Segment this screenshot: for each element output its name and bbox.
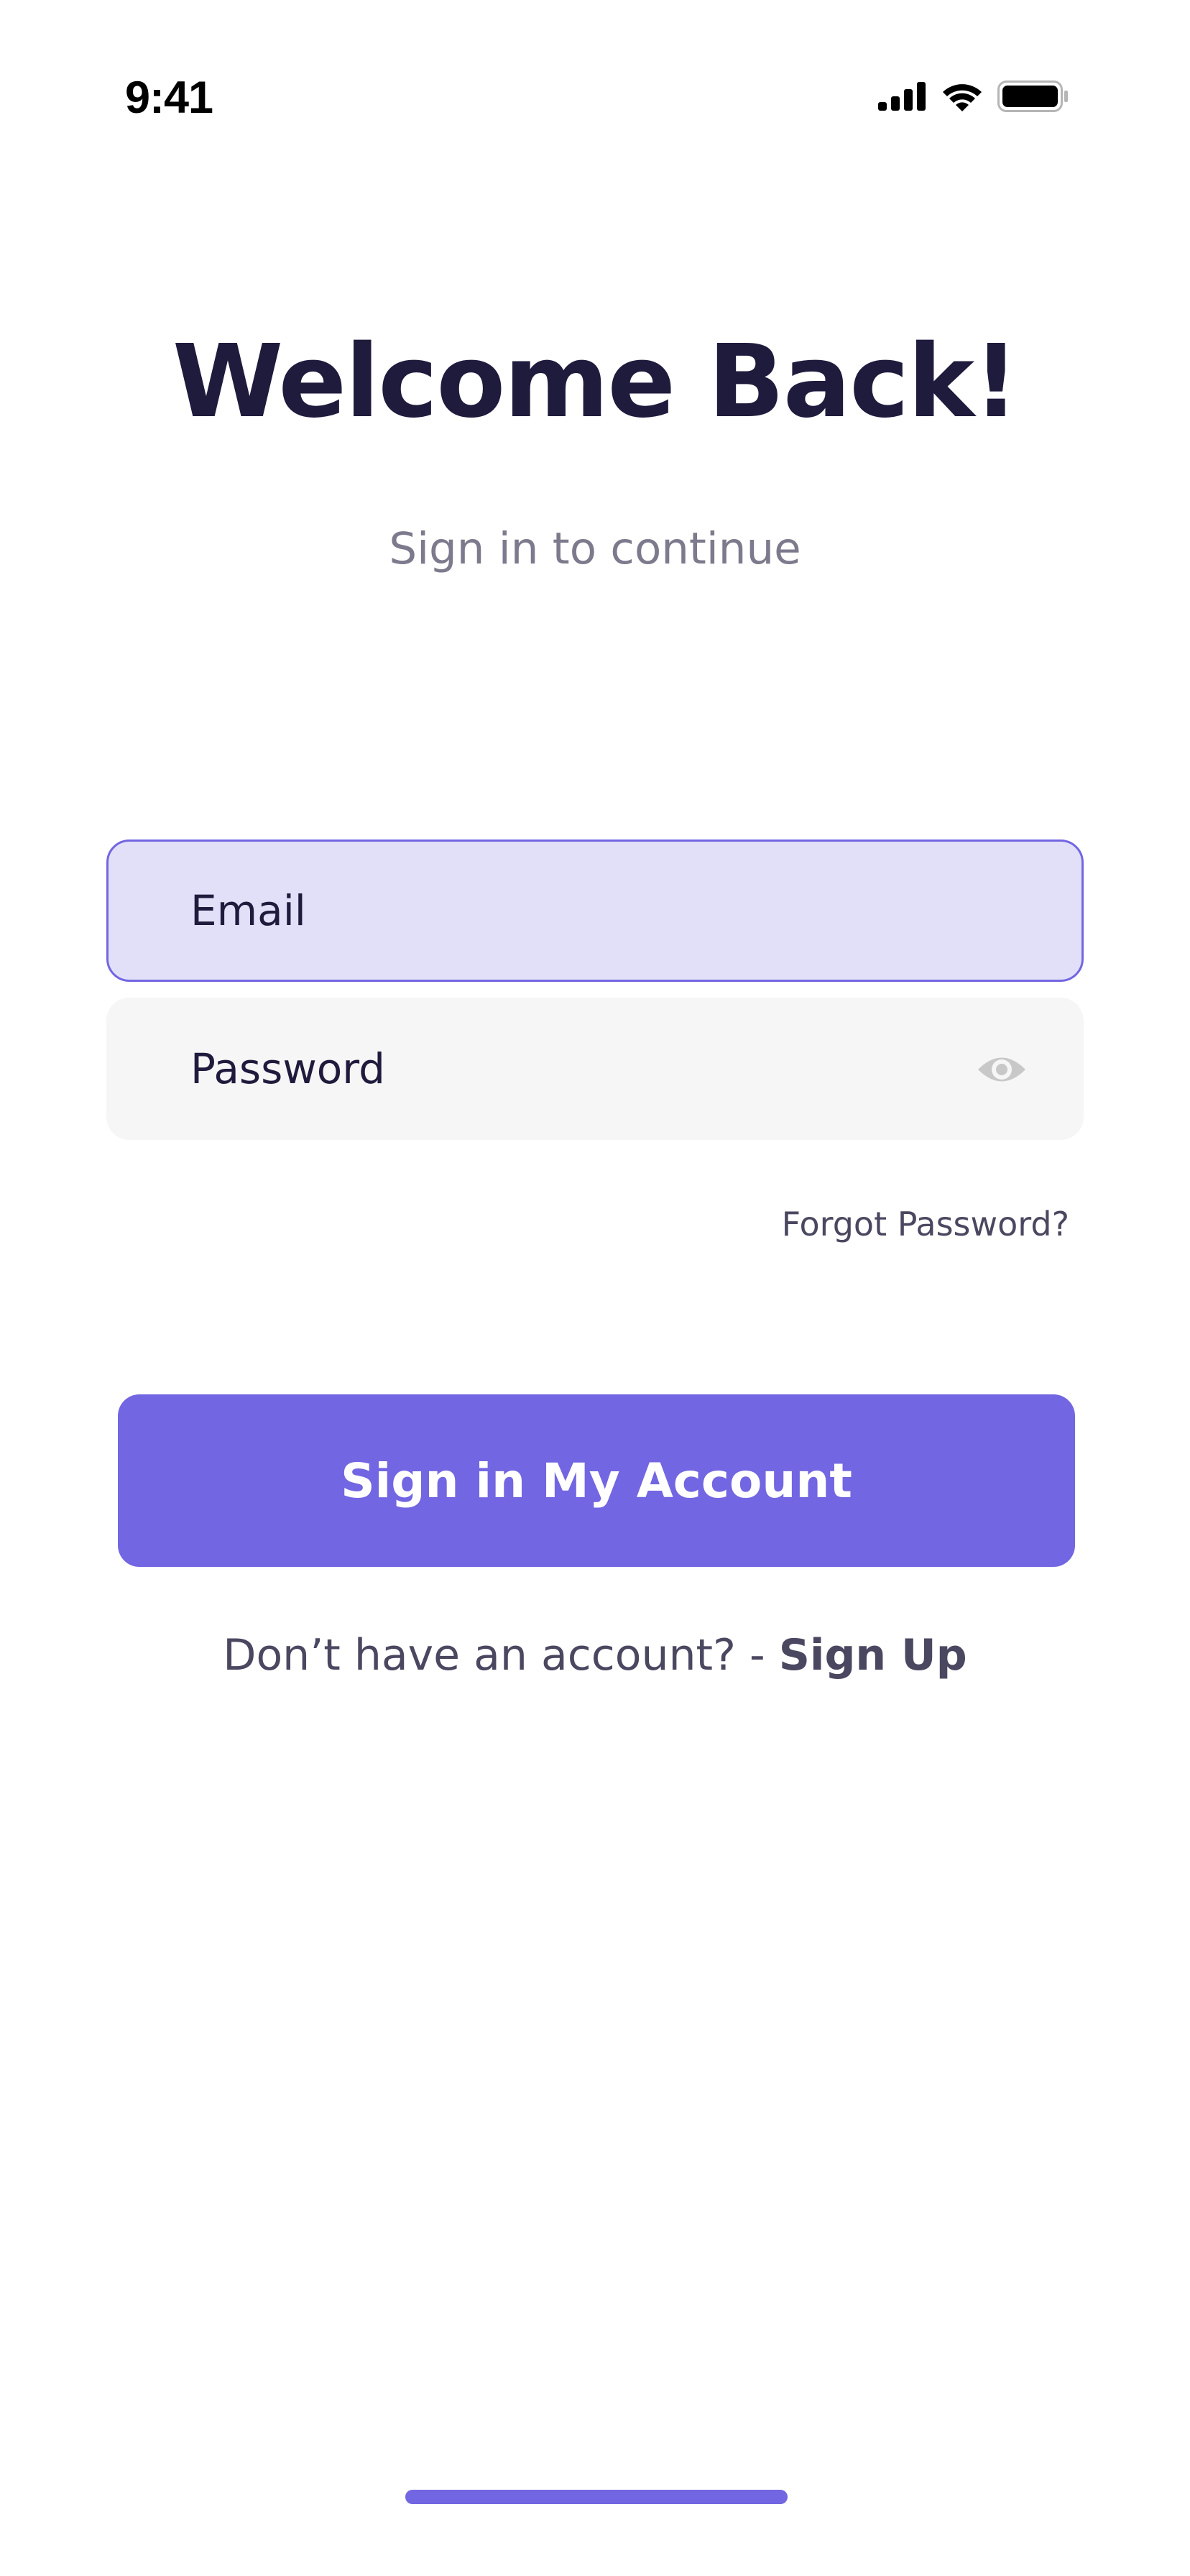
status-time: 9:41 — [125, 73, 213, 123]
eye-icon[interactable] — [977, 1052, 1027, 1087]
email-field[interactable] — [106, 840, 1084, 982]
home-indicator[interactable] — [405, 2490, 788, 2504]
cellular-signal-icon — [878, 82, 927, 114]
page-subtitle: Sign in to continue — [389, 523, 801, 574]
email-input[interactable] — [190, 886, 909, 935]
battery-icon — [997, 80, 1069, 115]
sign-up-link[interactable]: Sign Up — [779, 1630, 967, 1680]
status-icons — [878, 80, 1069, 115]
wifi-icon — [941, 81, 983, 114]
sign-in-button[interactable]: Sign in My Account — [118, 1394, 1075, 1567]
status-bar: 9:41 — [0, 0, 1190, 201]
page-title: Welcome Back! — [172, 323, 1019, 441]
forgot-password-link[interactable]: Forgot Password? — [782, 1205, 1069, 1243]
signup-prompt-text: Don’t have an account? - — [223, 1630, 779, 1680]
signup-prompt: Don’t have an account? - Sign Up — [0, 1630, 1190, 1680]
password-field[interactable] — [106, 998, 1084, 1140]
password-input[interactable] — [190, 1044, 909, 1093]
